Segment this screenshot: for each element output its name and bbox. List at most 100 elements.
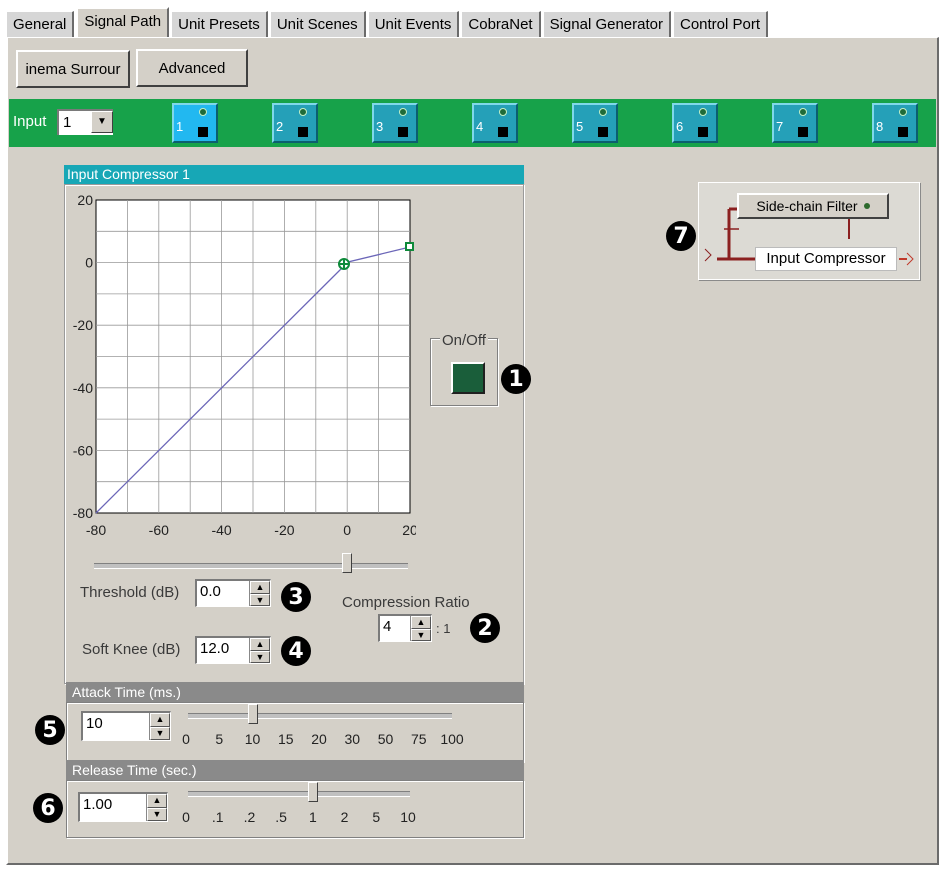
transfer-curve-chart: 20 0 -20 -40 -60 -80 -80 -60 -40 -20 0 20	[73, 192, 418, 538]
graph-threshold-slider-thumb[interactable]	[342, 553, 352, 573]
mute-indicator-icon	[598, 127, 608, 137]
scale-tick-label: 30	[344, 731, 361, 747]
release-slider-track[interactable]	[188, 791, 410, 797]
channel-button-8[interactable]: 8	[872, 103, 918, 143]
scale-tick-label: 5	[215, 731, 224, 747]
y-tick-label: -60	[73, 442, 93, 458]
release-title-bar: Release Time (sec.)	[66, 760, 524, 780]
scale-tick-label: 15	[277, 731, 294, 747]
x-tick-label: -40	[211, 522, 231, 538]
tab-general[interactable]: General	[6, 11, 75, 38]
mute-indicator-icon	[298, 127, 308, 137]
scale-tick-label: 5	[372, 809, 381, 825]
y-tick-label: 20	[77, 192, 93, 208]
mute-indicator-icon	[798, 127, 808, 137]
tab-control-port[interactable]: Control Port	[673, 11, 769, 38]
input-label: Input	[13, 113, 47, 130]
mute-indicator-icon	[198, 127, 208, 137]
callout-4: 4	[281, 636, 311, 666]
compressor-graph: 20 0 -20 -40 -60 -80 -80 -60 -40 -20 0 20	[66, 186, 418, 546]
channel-number: 1	[176, 119, 184, 134]
input-compressor-block[interactable]: Input Compressor	[755, 247, 897, 271]
channel-button-1[interactable]: 1	[172, 103, 218, 143]
decrement-arrow-icon[interactable]: ▼	[250, 650, 270, 663]
threshold-value: 0.0	[200, 583, 221, 600]
channel-number: 4	[476, 119, 484, 134]
x-tick-label: 0	[343, 522, 351, 538]
increment-arrow-icon[interactable]: ▲	[147, 794, 167, 808]
x-axis-labels: -80 -60 -40 -20 0 20	[86, 522, 418, 538]
decrement-arrow-icon[interactable]: ▼	[147, 807, 167, 821]
channel-button-7[interactable]: 7	[772, 103, 818, 143]
callout-1: 1	[501, 364, 531, 394]
status-led-icon	[599, 108, 607, 116]
decrement-arrow-icon[interactable]: ▼	[411, 628, 431, 641]
graph-threshold-slider-track[interactable]	[94, 563, 408, 569]
channel-bar: Input 1 ▼ 1 2 3 4 5 6 7 8	[9, 99, 936, 147]
input-select[interactable]: 1 ▼	[57, 109, 113, 135]
scale-tick-label: .5	[275, 809, 287, 825]
release-slider-thumb[interactable]	[307, 782, 318, 802]
compression-ratio-label: Compression Ratio	[342, 594, 470, 611]
status-led-icon	[499, 108, 507, 116]
decrement-arrow-icon[interactable]: ▼	[150, 726, 170, 740]
signal-path-panel: inema Surrour Advanced Input 1 ▼ 1 2 3 4…	[6, 37, 939, 865]
decrement-arrow-icon[interactable]: ▼	[250, 593, 270, 606]
scale-tick-label: 10	[400, 809, 416, 825]
y-tick-label: -80	[73, 505, 93, 521]
tab-unit-events[interactable]: Unit Events	[367, 11, 460, 38]
callout-7: 7	[666, 221, 696, 251]
channel-number: 6	[676, 119, 684, 134]
sidechain-filter-label: Side-chain Filter	[756, 198, 858, 214]
scale-tick-label: 10	[244, 731, 261, 747]
attack-title-bar: Attack Time (ms.)	[66, 682, 524, 702]
attack-value: 10	[86, 715, 103, 732]
increment-arrow-icon[interactable]: ▲	[250, 638, 270, 651]
soft-knee-label: Soft Knee (dB)	[82, 641, 181, 658]
release-spinbox[interactable]: 1.00 ▲ ▼	[78, 792, 168, 822]
compression-ratio-value: 4	[383, 618, 392, 635]
tab-cobranet[interactable]: CobraNet	[461, 11, 541, 38]
channel-number: 3	[376, 119, 384, 134]
tab-unit-presets[interactable]: Unit Presets	[171, 11, 268, 38]
on-off-label: On/Off	[440, 332, 488, 349]
threshold-spinbox[interactable]: 0.0 ▲ ▼	[195, 579, 271, 607]
status-led-icon	[899, 108, 907, 116]
scale-tick-label: .2	[243, 809, 256, 825]
callout-2: 2	[470, 613, 500, 643]
mute-indicator-icon	[898, 127, 908, 137]
channel-button-4[interactable]: 4	[472, 103, 518, 143]
tab-unit-scenes[interactable]: Unit Scenes	[269, 11, 366, 38]
scale-tick-label: .1	[211, 809, 224, 825]
channel-button-3[interactable]: 3	[372, 103, 418, 143]
chevron-down-icon[interactable]: ▼	[91, 111, 113, 133]
tab-signal-path[interactable]: Signal Path	[76, 7, 170, 38]
channel-button-5[interactable]: 5	[572, 103, 618, 143]
tab-signal-generator[interactable]: Signal Generator	[542, 11, 671, 38]
channel-button-2[interactable]: 2	[272, 103, 318, 143]
status-led-icon	[799, 108, 807, 116]
ratio-handle	[405, 242, 414, 251]
callout-3: 3	[281, 582, 311, 612]
scale-tick-label: 100	[440, 731, 464, 747]
channel-number: 5	[576, 119, 584, 134]
scale-tick-label: 1	[308, 809, 317, 825]
on-off-button[interactable]	[451, 362, 485, 394]
sidechain-filter-button[interactable]: Side-chain Filter	[737, 193, 889, 219]
channel-number: 7	[776, 119, 784, 134]
status-led-icon	[699, 108, 707, 116]
compressor-title-bar: Input Compressor 1	[64, 165, 524, 184]
advanced-button[interactable]: Advanced	[136, 49, 248, 87]
cinema-surround-button[interactable]: inema Surrour	[16, 50, 130, 88]
mute-indicator-icon	[698, 127, 708, 137]
attack-slider-track[interactable]	[188, 713, 452, 719]
compression-ratio-spinbox[interactable]: 4 ▲ ▼	[378, 614, 432, 642]
channel-button-6[interactable]: 6	[672, 103, 718, 143]
attack-spinbox[interactable]: 10 ▲ ▼	[81, 711, 171, 741]
scale-tick-label: 2	[340, 809, 349, 825]
increment-arrow-icon[interactable]: ▲	[150, 713, 170, 727]
soft-knee-spinbox[interactable]: 12.0 ▲ ▼	[195, 636, 271, 664]
increment-arrow-icon[interactable]: ▲	[250, 581, 270, 594]
increment-arrow-icon[interactable]: ▲	[411, 616, 431, 629]
attack-slider-thumb[interactable]	[247, 704, 258, 724]
